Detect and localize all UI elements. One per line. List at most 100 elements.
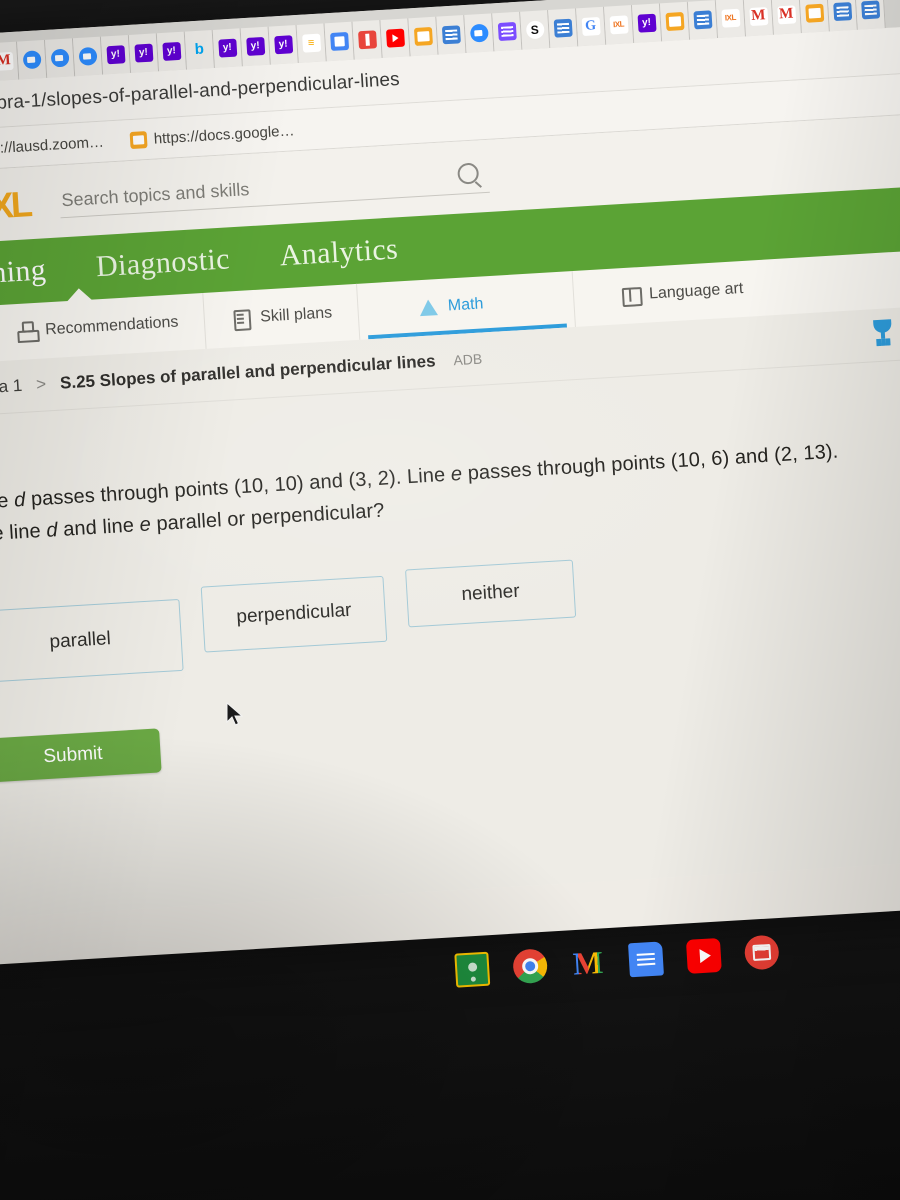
bookmark-label: https://lausd.zoom… <box>0 133 105 159</box>
browser-tab[interactable] <box>352 19 383 60</box>
browser-tab[interactable]: IXL <box>715 0 747 39</box>
ixl-logo[interactable]: XL <box>0 182 31 226</box>
browser-tab[interactable]: M <box>0 41 20 82</box>
google-docs-blue-favicon <box>441 25 461 45</box>
browser-tab[interactable] <box>855 0 886 30</box>
ixl-logo-xl: XL <box>0 182 31 226</box>
ixl-favicon: IXL <box>609 15 629 35</box>
submit-button[interactable]: Submit <box>0 728 162 783</box>
google-classroom-icon[interactable] <box>454 951 491 988</box>
browser-tab[interactable]: y! <box>100 34 132 75</box>
gmail-favicon: M <box>748 7 768 27</box>
gmail-favicon: M <box>776 5 796 25</box>
browser-tab[interactable]: y! <box>212 28 243 68</box>
yahoo-favicon: y! <box>245 36 265 56</box>
search-input[interactable] <box>58 163 490 213</box>
bing-favicon: b <box>189 40 209 60</box>
google-docs-orange-favicon <box>804 3 824 23</box>
browser-tab[interactable]: y! <box>631 3 663 43</box>
google-docs-icon <box>129 130 148 149</box>
browser-tab[interactable]: y! <box>268 24 299 65</box>
google-docs-blue-favicon <box>860 0 880 20</box>
gmail-favicon: M <box>0 51 14 71</box>
google-chrome-icon[interactable] <box>512 948 549 985</box>
question-area: Line d passes through points (10, 10) an… <box>0 355 900 920</box>
bookmark-docs-google[interactable]: https://docs.google… <box>116 121 308 149</box>
answer-choice-parallel[interactable]: parallel <box>0 599 184 684</box>
calendar-icon[interactable] <box>743 934 780 971</box>
answer-choice-neither[interactable]: neither <box>405 559 577 628</box>
browser-tab[interactable] <box>380 18 411 58</box>
browser-tab[interactable]: G <box>576 6 607 47</box>
browser-tab[interactable] <box>408 16 439 57</box>
skype-favicon: S <box>525 20 545 40</box>
youtube-favicon <box>385 28 405 48</box>
zoom-favicon <box>469 23 489 43</box>
browser-tab[interactable] <box>659 1 691 42</box>
yahoo-favicon: y! <box>637 13 657 33</box>
answer-choice-perpendicular[interactable]: perpendicular <box>200 575 388 653</box>
yahoo-favicon: y! <box>217 38 237 58</box>
question-line1-a: Line <box>0 489 10 515</box>
subnav-label: Recommendations <box>44 313 179 339</box>
search-bar[interactable] <box>58 158 490 219</box>
browser-tab[interactable]: M <box>743 0 774 37</box>
subnav-label: Skill plans <box>259 304 333 326</box>
browser-tab[interactable]: y! <box>240 26 271 67</box>
nav-item-analytics[interactable]: Analytics <box>279 232 399 273</box>
browser-tab[interactable] <box>687 0 719 40</box>
google-docs-orange-favicon <box>664 12 685 32</box>
nav-item-diagnostic[interactable]: Diagnostic <box>95 242 231 284</box>
mail-blue-favicon <box>329 31 349 52</box>
question-line1-c: passes through points (10, 6) and <box>461 444 770 485</box>
zoom-favicon <box>78 46 98 66</box>
skill-code-badge: ADB <box>452 350 483 369</box>
browser-tab[interactable]: IXL <box>604 5 635 45</box>
bookmark-lausd-zoom[interactable]: https://lausd.zoom… <box>0 132 117 160</box>
google-docs-orange-favicon <box>413 26 433 47</box>
google-search-favicon: G <box>581 17 601 37</box>
browser-tab[interactable] <box>72 36 104 77</box>
browser-tab[interactable]: ≡ <box>296 23 327 63</box>
bookmark-label: https://docs.google… <box>153 121 295 148</box>
subnav-item-skill-plans[interactable]: Skill plans <box>203 283 361 349</box>
google-docs-blue-favicon <box>692 10 712 30</box>
ixl-favicon: IXL <box>720 8 740 28</box>
breadcrumb-skill-title: S.25 Slopes of parallel and perpendicula… <box>59 351 437 393</box>
zoom-favicon <box>50 48 70 68</box>
recommendations-icon <box>16 321 37 342</box>
mouse-cursor <box>226 702 244 726</box>
google-docs-icon[interactable] <box>628 941 664 978</box>
gmail-icon[interactable]: M <box>570 944 606 982</box>
browser-tab[interactable] <box>492 11 523 52</box>
breadcrumb-course[interactable]: Algebra 1 <box>0 376 23 400</box>
browser-tab[interactable]: y! <box>156 31 187 72</box>
language-arts-book-icon <box>620 285 641 306</box>
browser-tab[interactable]: y! <box>128 33 160 73</box>
browser-tab[interactable] <box>44 38 76 78</box>
nav-item-learning[interactable]: Learning <box>0 253 47 294</box>
search-icon[interactable] <box>457 162 480 185</box>
chevron-right-icon: > <box>35 374 47 395</box>
browser-tab[interactable] <box>548 8 579 48</box>
question-text: Line d passes through points (10, 10) an… <box>0 437 842 552</box>
math-pyramid-icon <box>418 297 439 318</box>
document-favicon: ≡ <box>301 33 321 53</box>
red-bar-favicon <box>357 30 377 50</box>
question-line1-b: passes through points (10, 10) and (3, 2… <box>24 463 452 511</box>
yahoo-favicon: y! <box>273 35 293 55</box>
browser-tab[interactable] <box>324 21 355 62</box>
browser-tab[interactable]: b <box>184 29 215 70</box>
browser-tab[interactable] <box>827 0 858 32</box>
browser-tab[interactable] <box>464 13 495 53</box>
youtube-icon[interactable] <box>685 937 722 974</box>
browser-tab[interactable] <box>799 0 830 34</box>
prizes-banner[interactable]: You have priz <box>869 311 900 344</box>
browser-tab[interactable]: M <box>771 0 802 35</box>
browser-tab[interactable] <box>436 15 467 55</box>
laptop-screen: My! y! y! b y! y! y! ≡ S G IXL y! IXL M M /math/algebr… <box>0 0 900 967</box>
browser-tab[interactable]: S <box>520 10 551 50</box>
photographed-screen: My! y! y! b y! y! y! ≡ S G IXL y! IXL M M /math/algebr… <box>0 0 900 1200</box>
browser-tab[interactable] <box>17 39 48 80</box>
yahoo-favicon: y! <box>133 43 153 63</box>
